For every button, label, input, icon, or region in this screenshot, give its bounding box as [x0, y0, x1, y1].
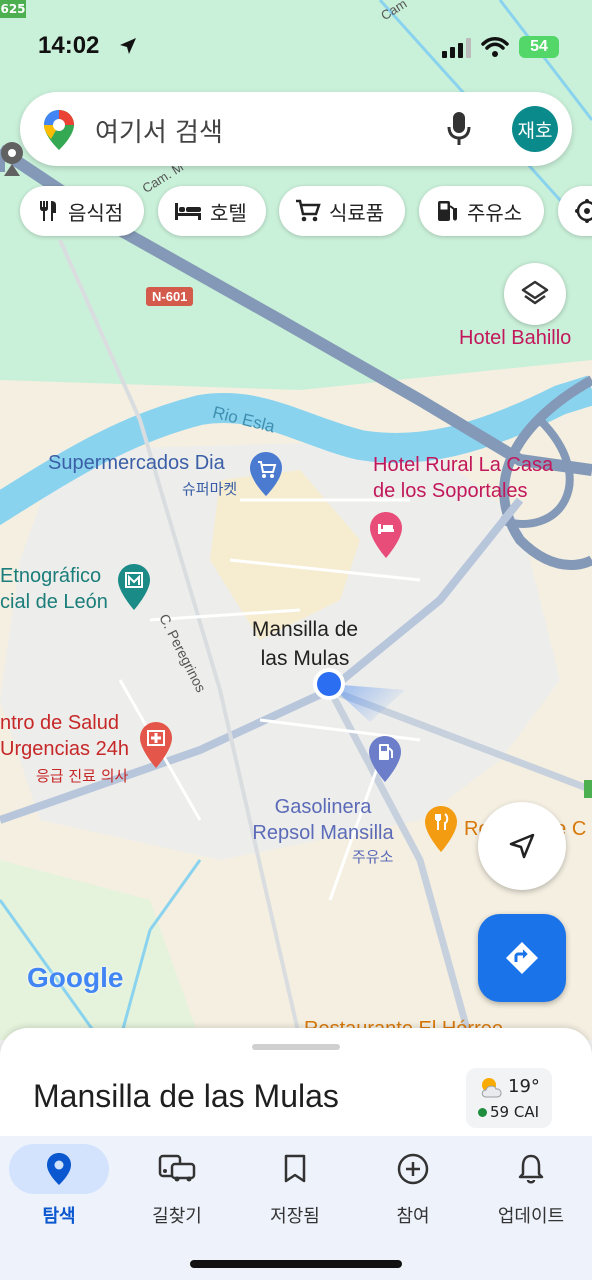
chip-restaurant-label: 음식점	[68, 200, 124, 225]
google-maps-pin-icon	[44, 110, 74, 150]
poi-centro-salud[interactable]: ntro de Salud Urgencias 24h	[0, 710, 129, 762]
navigation-arrow-icon	[509, 833, 535, 859]
chip-hotel[interactable]: 호텔	[158, 186, 266, 236]
battery-indicator: 54	[519, 36, 559, 58]
poi-gasolinera-line1: Gasolinera	[274, 796, 372, 818]
google-logo: Google	[27, 962, 124, 993]
nav-contribute[interactable]: 참여	[354, 1136, 472, 1236]
sheet-drag-handle[interactable]	[252, 1044, 340, 1050]
poi-centro-salud-category: 응급 진료 의사	[36, 767, 129, 785]
chip-gas-station-label: 주유소	[467, 200, 523, 225]
chip-more[interactable]	[558, 186, 592, 236]
layers-icon	[521, 280, 549, 305]
nav-explore[interactable]: 탐색	[0, 1136, 118, 1236]
poi-museo[interactable]: Etnográfico cial de León	[0, 563, 108, 615]
restaurant-pin-icon[interactable]	[425, 806, 457, 852]
gas-pin-icon[interactable]	[369, 736, 401, 782]
poi-gasolinera-category: 주유소	[352, 848, 394, 866]
battery-level: 54	[530, 38, 548, 55]
weather-widget[interactable]: 19° 59 CAI	[466, 1068, 552, 1128]
home-indicator[interactable]	[190, 1260, 402, 1268]
poi-museo-line1: Etnográfico	[0, 565, 102, 587]
current-location-icon	[313, 668, 405, 722]
cart-icon	[295, 199, 321, 223]
nav-saved-label: 저장됨	[270, 1206, 320, 1227]
directions-button[interactable]	[478, 914, 566, 1002]
poi-gasolinera[interactable]: Gasolinera Repsol Mansilla	[240, 794, 406, 846]
nav-saved[interactable]: 저장됨	[236, 1136, 354, 1236]
poi-centro-salud-line1: ntro de Salud	[0, 712, 119, 734]
gas-icon	[435, 199, 459, 223]
air-quality-dot	[478, 1108, 487, 1117]
status-time: 14:02	[38, 32, 100, 59]
my-location-button[interactable]	[478, 802, 566, 890]
road-marker	[584, 780, 592, 798]
poi-hotel-rural-line1: Hotel Rural La Casa	[373, 454, 554, 476]
chip-gas-station[interactable]: 주유소	[419, 186, 544, 236]
restaurant-icon	[36, 199, 60, 223]
hotel-icon	[174, 200, 202, 222]
nav-directions-label: 길찾기	[152, 1206, 202, 1227]
wifi-icon	[481, 37, 509, 57]
nav-updates[interactable]: 업데이트	[472, 1136, 590, 1236]
directions-icon	[506, 942, 538, 974]
road-label-n601: N-601	[152, 289, 188, 304]
nav-directions[interactable]: 길찾기	[118, 1136, 236, 1236]
commute-icon	[127, 1144, 227, 1194]
explore-icon	[9, 1144, 109, 1194]
place-title: Mansilla de las Mulas	[33, 1078, 339, 1114]
add-circle-icon	[363, 1144, 463, 1194]
status-bar: 14:02 54	[0, 0, 592, 90]
cellular-signal-icon	[442, 38, 471, 58]
search-input[interactable]: 여기서 검색	[95, 112, 223, 149]
category-chips: 음식점 호텔 식료품 주유소	[0, 186, 592, 238]
bottom-navigation: 탐색 길찾기 저장됨 참여 업데이트	[0, 1136, 592, 1280]
layers-button[interactable]	[504, 263, 566, 325]
cart-pin-icon[interactable]	[250, 452, 282, 496]
poi-hotel-rural-line2: de los Soportales	[373, 480, 528, 502]
chip-hotel-label: 호텔	[210, 200, 247, 225]
nav-explore-label: 탐색	[42, 1206, 76, 1227]
museum-pin-icon[interactable]	[118, 564, 150, 610]
chip-grocery-label: 식료품	[329, 200, 385, 225]
air-quality-index: 59 CAI	[490, 1103, 540, 1121]
weather-temperature: 19°	[508, 1076, 540, 1097]
microphone-icon[interactable]	[447, 112, 471, 146]
bookmark-icon	[245, 1144, 345, 1194]
account-avatar[interactable]: 재호	[512, 106, 558, 152]
bell-icon	[481, 1144, 581, 1194]
search-bar[interactable]: 여기서 검색 재호	[20, 92, 572, 166]
chip-restaurant[interactable]: 음식점	[20, 186, 144, 236]
hotel-pin-icon[interactable]	[370, 512, 402, 558]
attraction-icon	[574, 198, 592, 224]
poi-museo-line2: cial de León	[0, 591, 108, 613]
town-label-line1: Mansilla de	[251, 618, 359, 641]
poi-supermercados-dia[interactable]: Supermercados Dia	[48, 452, 225, 475]
poi-hotel-rural[interactable]: Hotel Rural La Casa de los Soportales	[373, 452, 553, 504]
poi-hotel-bahillo[interactable]: Hotel Bahillo	[459, 327, 571, 350]
hospital-pin-icon[interactable]	[140, 722, 172, 768]
nav-contribute-label: 참여	[396, 1206, 430, 1227]
poi-supermercados-category: 슈퍼마켓	[182, 480, 238, 498]
poi-gasolinera-line2: Repsol Mansilla	[252, 822, 394, 844]
road-shield-n601: N-601	[146, 287, 194, 306]
poi-centro-salud-line2: Urgencias 24h	[0, 738, 129, 760]
partly-cloudy-icon	[481, 1078, 502, 1098]
location-arrow-icon	[120, 38, 136, 54]
chip-grocery[interactable]: 식료품	[279, 186, 405, 236]
nav-updates-label: 업데이트	[497, 1206, 565, 1227]
